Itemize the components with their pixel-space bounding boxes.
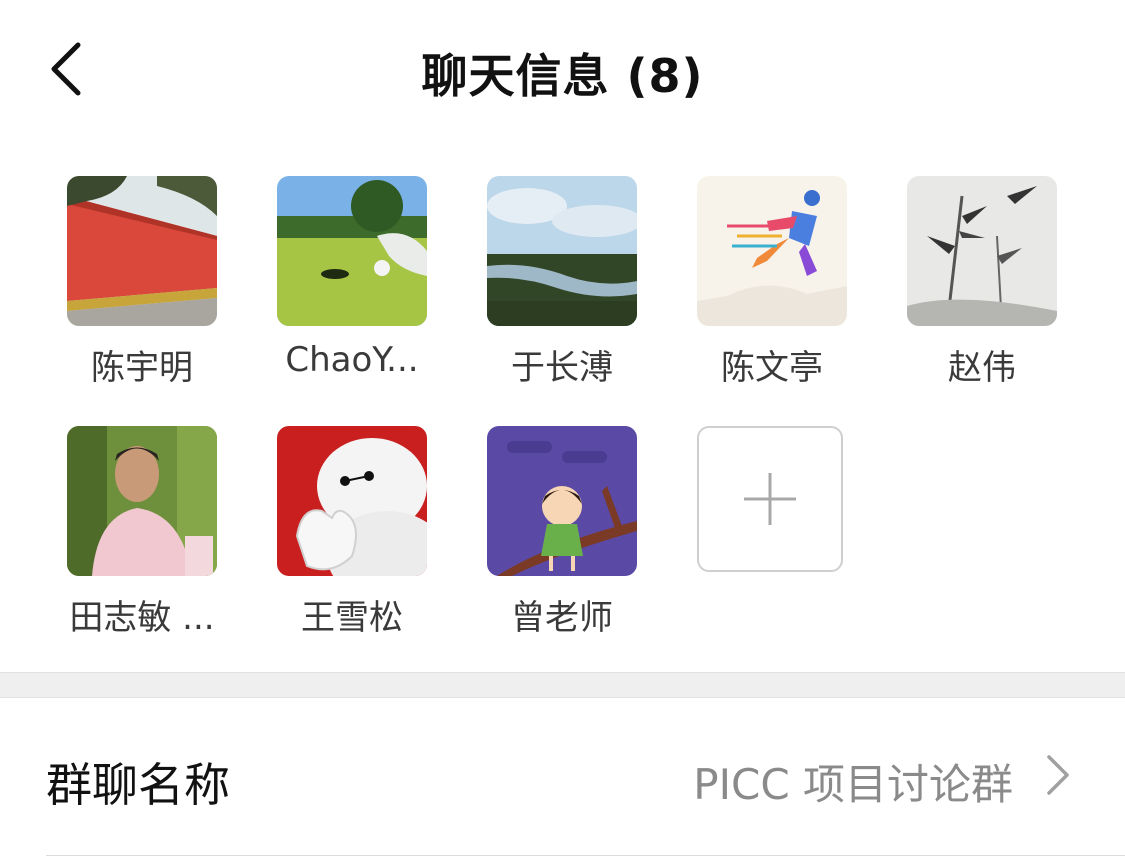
man-portrait-photo bbox=[67, 426, 217, 576]
add-member-button[interactable] bbox=[697, 426, 843, 572]
member-name: 赵伟 bbox=[948, 348, 1016, 388]
bamboo-ink-painting bbox=[907, 176, 1057, 326]
avatar bbox=[277, 176, 427, 326]
girl-cartoon-illustration bbox=[487, 426, 637, 576]
member-name: 陈宇明 bbox=[91, 348, 193, 388]
avatar bbox=[487, 426, 637, 576]
baymax-illustration bbox=[277, 426, 427, 576]
row-divider bbox=[46, 855, 1125, 856]
red-wall-photo bbox=[67, 176, 217, 326]
page-title: 聊天信息 (8) bbox=[421, 49, 704, 103]
member-name: ChaoY... bbox=[285, 340, 419, 380]
avatar bbox=[277, 426, 427, 576]
plus-icon bbox=[744, 473, 796, 525]
avatar bbox=[697, 176, 847, 326]
golf-course-photo bbox=[277, 176, 427, 326]
group-name-row[interactable]: 群聊名称 PICC 项目讨论群 bbox=[0, 697, 1125, 855]
navigation-bar: 聊天信息 (8) bbox=[0, 0, 1125, 140]
section-separator bbox=[0, 672, 1125, 698]
avatar bbox=[907, 176, 1057, 326]
member-name: 曾老师 bbox=[511, 598, 613, 638]
chat-info-screen: 聊天信息 (8) 陈宇明 ChaoY... 于长溥 陈文亭 赵伟 田志敏 ...… bbox=[0, 0, 1125, 858]
runner-illustration bbox=[697, 176, 847, 326]
avatar bbox=[67, 176, 217, 326]
member-name: 田志敏 ... bbox=[69, 598, 215, 638]
member-name: 于长溥 bbox=[511, 348, 613, 388]
group-name-label: 群聊名称 bbox=[46, 758, 230, 812]
group-name-value: PICC 项目讨论群 bbox=[693, 760, 1013, 809]
member-name: 陈文亭 bbox=[721, 348, 823, 388]
chevron-right-icon bbox=[1047, 755, 1069, 795]
avatar bbox=[67, 426, 217, 576]
member-name: 王雪松 bbox=[301, 598, 403, 638]
avatar bbox=[487, 176, 637, 326]
river-landscape-photo bbox=[487, 176, 637, 326]
